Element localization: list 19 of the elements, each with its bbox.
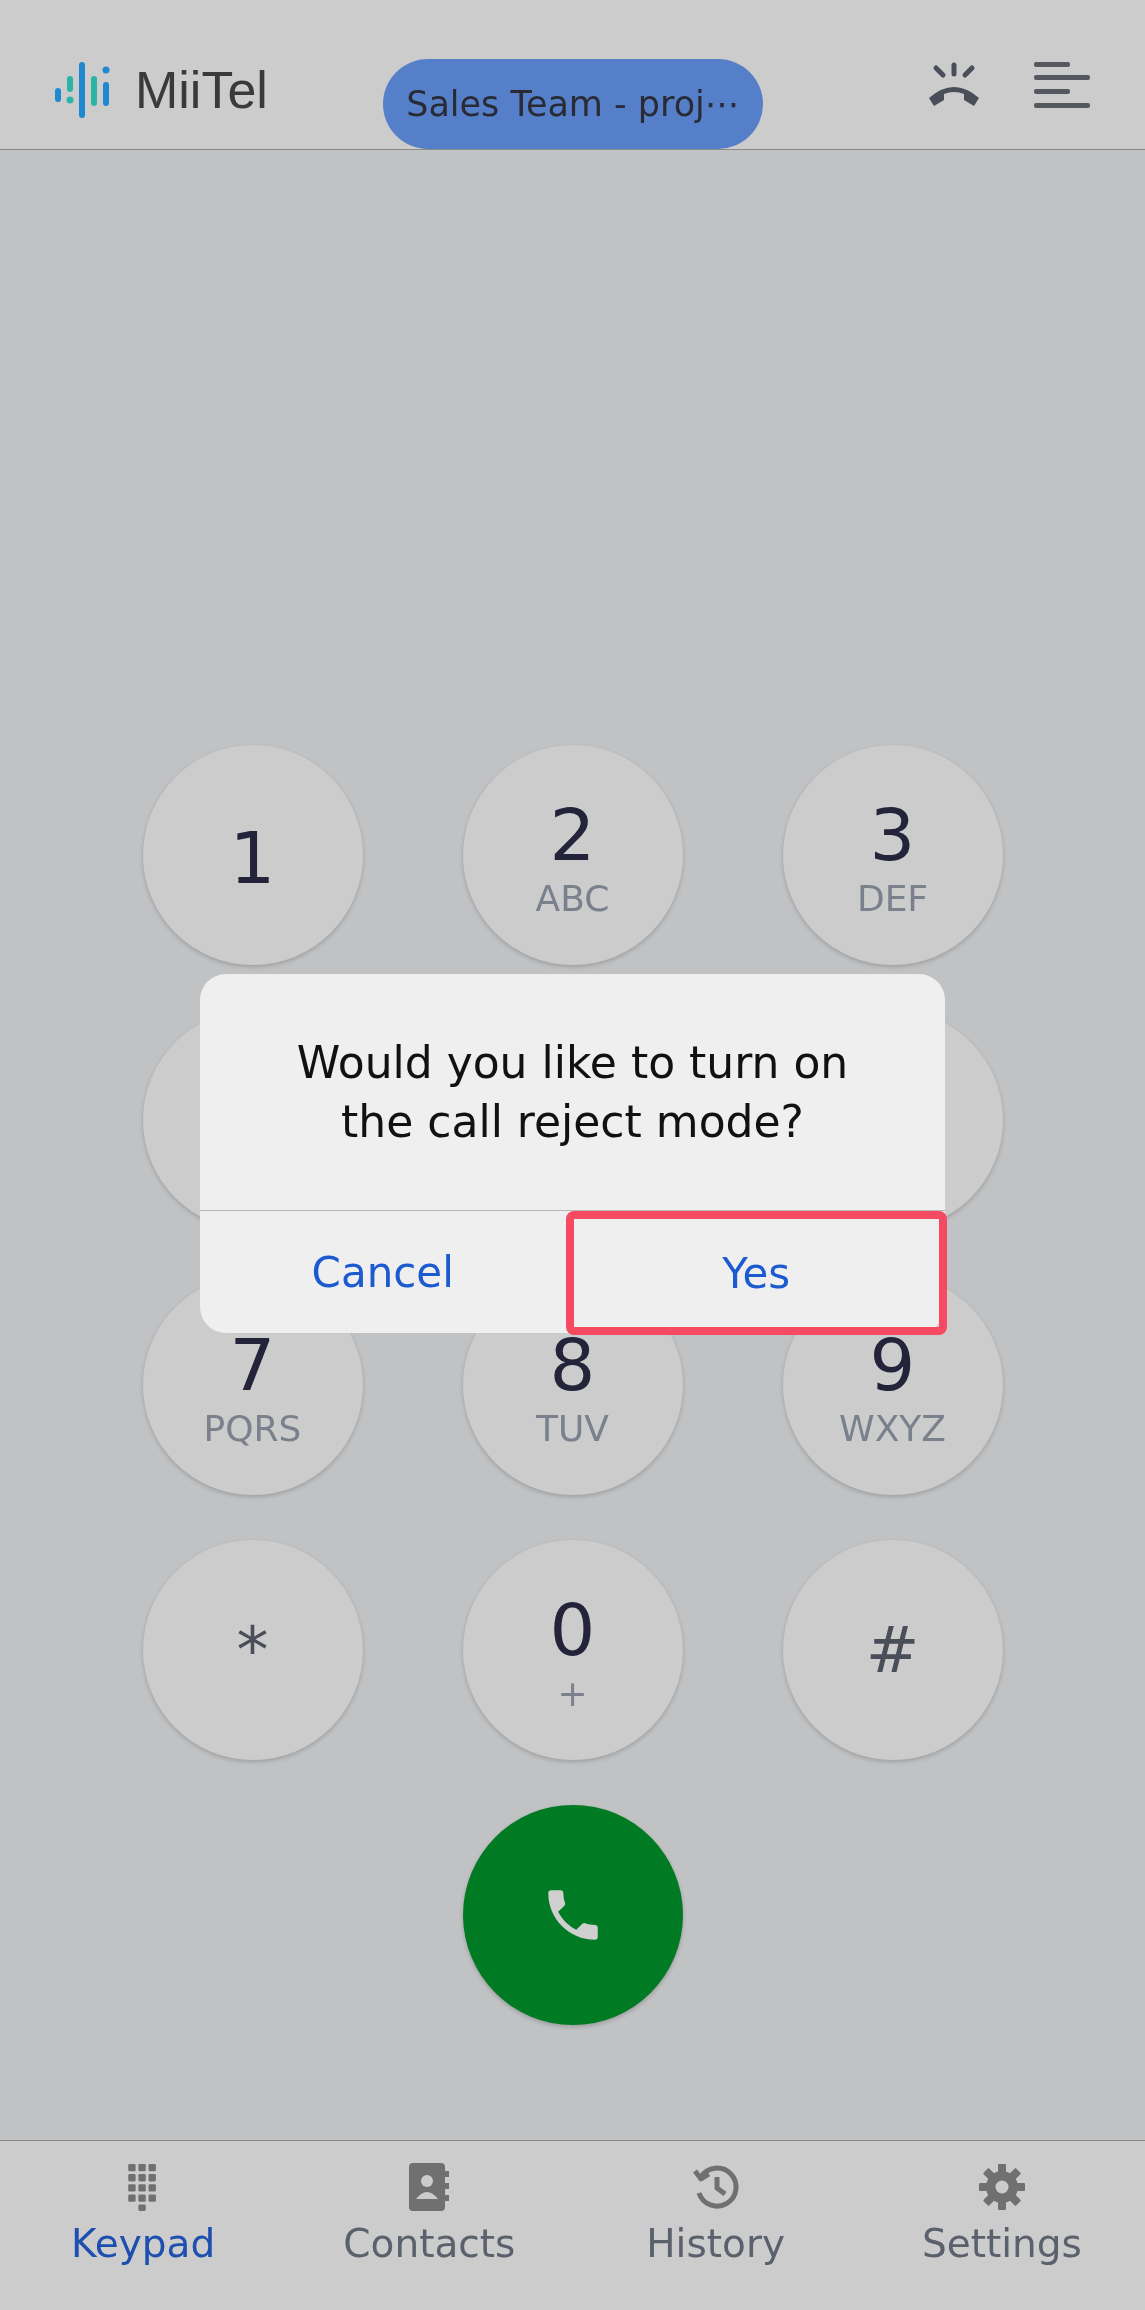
contact-book-icon: [407, 2163, 452, 2211]
nav-tab[interactable]: Contacts: [286, 2141, 573, 2310]
settings-icon: [977, 2163, 1026, 2211]
dial-key[interactable]: 3 DEF: [782, 745, 1003, 965]
call-reject-icon[interactable]: [926, 62, 982, 108]
history-icon: [691, 2163, 740, 2211]
nav-tab[interactable]: Keypad: [0, 2141, 287, 2310]
dial-key[interactable]: 1: [142, 745, 363, 965]
dial-key[interactable]: 2 ABC: [462, 745, 683, 965]
nav-tab[interactable]: Settings: [858, 2141, 1145, 2310]
app-logo: MiiTel: [135, 59, 268, 120]
dialog-message: Would you like to turn on the call reject mode?: [200, 974, 945, 1211]
dialog-button[interactable]: Yes: [565, 1211, 947, 1335]
team-selector[interactable]: Sales Team - proj⋯: [383, 59, 763, 149]
dial-key[interactable]: #: [782, 1540, 1003, 1760]
dial-key[interactable]: 0 +: [462, 1540, 683, 1760]
nav-tab[interactable]: History: [572, 2141, 859, 2310]
dial-key[interactable]: *: [142, 1540, 363, 1760]
menu-icon[interactable]: [1034, 62, 1090, 108]
